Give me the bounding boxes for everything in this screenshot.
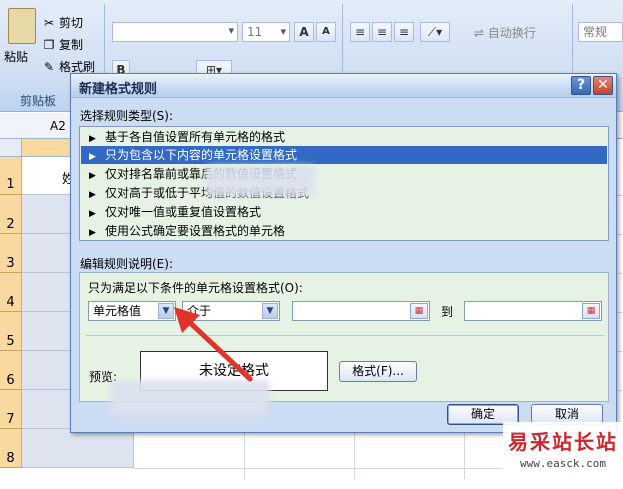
condition-field-value: 单元格值 <box>93 304 142 318</box>
align-middle-button[interactable]: ≡ <box>372 22 392 42</box>
close-button[interactable]: ✕ <box>593 76 613 95</box>
rule-type-item-label: 使用公式确定要设置格式的单元格 <box>105 224 286 238</box>
red-arrow-annotation <box>174 307 253 382</box>
row-header[interactable]: 8 <box>0 429 22 468</box>
align-bottom-button[interactable]: ≡ <box>394 22 414 42</box>
play-triangle-icon: ▶ <box>89 209 96 219</box>
rule-type-item[interactable]: ▶ 仅对排名靠前或靠后的数值设置格式 <box>81 165 607 183</box>
format-button[interactable]: 格式(F)... <box>339 361 417 382</box>
rule-type-item[interactable]: ▶仅对高于或低于平均值的数值设置格式 <box>81 184 607 202</box>
row-header[interactable]: 3 <box>0 234 22 273</box>
chevron-down-icon[interactable]: ▼ <box>262 303 278 319</box>
blurred-watermark <box>110 380 270 416</box>
align-middle-icon: ≡ <box>376 25 388 39</box>
play-triangle-icon: ▶ <box>89 190 96 200</box>
copy-label: 复制 <box>59 38 84 52</box>
dialog-title: 新建格式规则 <box>79 82 158 97</box>
clipboard-group-label: 剪贴板 <box>20 94 57 108</box>
paste-icon <box>8 8 36 44</box>
play-triangle-icon: ▶ <box>89 171 96 181</box>
number-format-combo[interactable]: 常规 <box>578 22 623 42</box>
wrap-text-button[interactable]: ⇌ 自动换行 <box>474 24 536 41</box>
row-header[interactable]: 6 <box>0 351 22 390</box>
row-header[interactable]: 7 <box>0 390 22 429</box>
shrink-font-button[interactable]: A <box>316 22 336 42</box>
rule-type-item[interactable]: ▶ 使用公式确定要设置格式的单元格 <box>81 222 607 240</box>
cut-button[interactable]: ✂ 剪切 <box>42 14 83 31</box>
rule-type-item[interactable]: ▶ 基于各自值设置所有单元格的格式 <box>81 128 607 146</box>
range-select-icon[interactable]: ▦ <box>410 303 428 319</box>
site-watermark: 易采站长站 www.easck.com <box>503 422 623 479</box>
cell[interactable] <box>22 429 134 468</box>
grow-font-button[interactable]: A <box>294 22 314 42</box>
help-button[interactable]: ? <box>571 76 591 95</box>
to-label: 到 <box>441 305 454 319</box>
dialog-titlebar[interactable]: 新建格式规则 ? ✕ <box>71 74 616 98</box>
wrap-text-icon: ⇌ <box>474 26 485 40</box>
edit-description-label: 编辑规则说明(E): <box>80 257 173 271</box>
orientation-button[interactable]: ⟋▾ <box>420 22 450 42</box>
row-header[interactable]: 5 <box>0 312 22 351</box>
rule-type-item-label: 基于各自值设置所有单元格的格式 <box>105 130 286 144</box>
font-name-combo[interactable] <box>112 22 238 42</box>
align-top-icon: ≡ <box>354 25 366 39</box>
paste-label: 粘贴 <box>4 50 29 64</box>
rule-type-label: 选择规则类型(S): <box>80 109 174 123</box>
cut-label: 剪切 <box>59 16 84 30</box>
align-bottom-icon: ≡ <box>398 25 410 39</box>
row-header[interactable]: 2 <box>0 195 22 234</box>
range-select-icon[interactable]: ▦ <box>582 303 600 319</box>
name-box[interactable]: A2 <box>50 119 66 133</box>
scissors-icon: ✂ <box>43 15 55 30</box>
select-all-corner[interactable] <box>0 139 22 157</box>
font-size-combo[interactable]: 11 <box>242 22 290 42</box>
condition-label: 只为满足以下条件的单元格设置格式(O): <box>88 281 303 295</box>
copy-icon: ❐ <box>43 37 55 52</box>
divider <box>86 335 604 336</box>
blurred-watermark <box>205 165 315 197</box>
orientation-icon: ⟋▾ <box>427 25 443 39</box>
play-triangle-icon: ▶ <box>89 228 96 238</box>
rule-type-item[interactable]: ▶ 只为包含以下内容的单元格设置格式 <box>81 146 607 164</box>
rule-type-item[interactable]: ▶ 仅对唯一值或重复值设置格式 <box>81 203 607 221</box>
wrap-text-label: 自动换行 <box>487 26 536 40</box>
value2-input[interactable]: ▦ <box>464 301 602 321</box>
rule-type-list[interactable]: ▶ 基于各自值设置所有单元格的格式 ▶ 只为包含以下内容的单元格设置格式 ▶ 仅对排名… <box>79 126 609 241</box>
watermark-url: www.easck.com <box>519 457 607 470</box>
new-format-rule-dialog: 新建格式规则 ? ✕ 选择规则类型(S): ▶ 基于各自值设置所有单元格的格式 ▶… <box>70 73 617 433</box>
paintbrush-icon: ✎ <box>43 59 55 74</box>
align-top-button[interactable]: ≡ <box>350 22 370 42</box>
row-header[interactable]: 1 <box>0 157 22 195</box>
rule-type-item-label: 只为包含以下内容的单元格设置格式 <box>105 148 298 162</box>
copy-button[interactable]: ❐ 复制 <box>42 36 83 53</box>
row-header[interactable]: 4 <box>0 273 22 312</box>
condition-field-select[interactable]: 单元格值 ▼ <box>88 301 176 321</box>
rule-type-item-label: 仅对唯一值或重复值设置格式 <box>105 205 262 219</box>
paste-button[interactable]: 粘贴 <box>4 8 36 65</box>
watermark-title: 易采站长站 <box>508 430 618 454</box>
value1-input[interactable]: ▦ <box>292 301 430 321</box>
play-triangle-icon: ▶ <box>89 152 96 162</box>
